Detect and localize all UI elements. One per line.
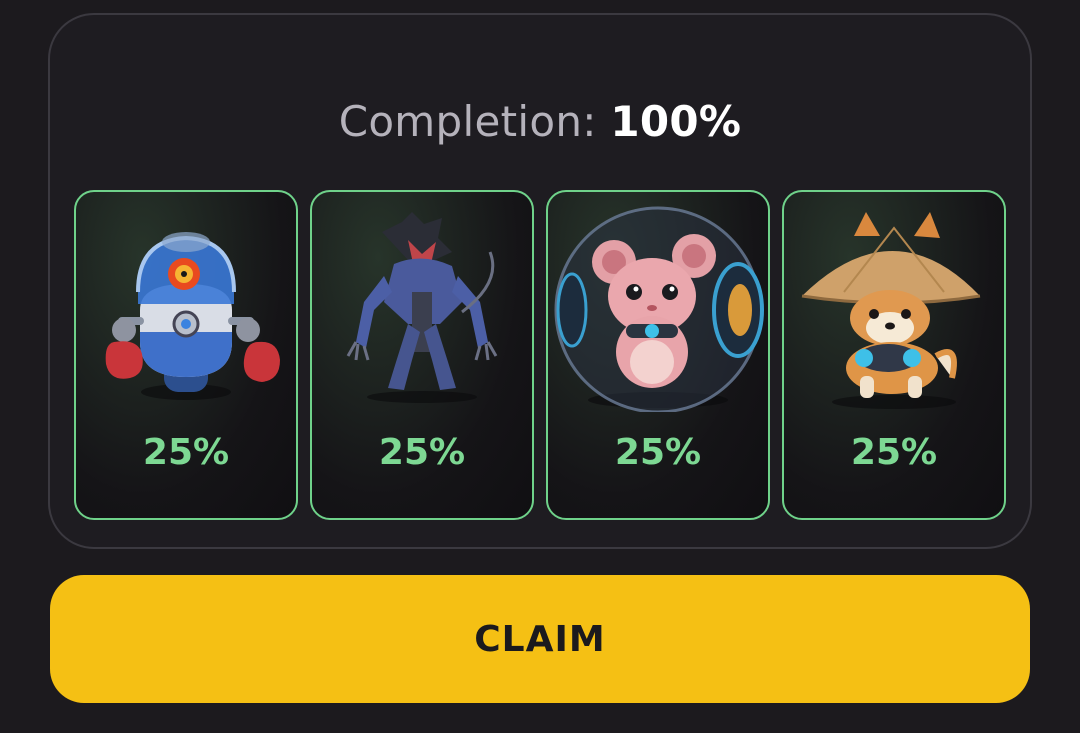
hamster-ball-icon [554, 206, 764, 412]
claim-button[interactable]: CLAIM [50, 575, 1030, 703]
card-cyber-rat[interactable]: 25% [310, 190, 534, 520]
card-percent: 25% [614, 432, 702, 473]
card-percent: 25% [142, 432, 230, 473]
card-percent: 25% [850, 432, 938, 473]
shiba-hat-icon [801, 212, 981, 409]
card-boxing-robot[interactable]: 25% [74, 190, 298, 520]
completion-heading: Completion: 100% [50, 97, 1030, 146]
boxing-robot-icon [105, 232, 280, 400]
completion-label: Completion: [338, 97, 597, 146]
card-hamster-in-ball[interactable]: 25% [546, 190, 770, 520]
cyber-rat-icon [346, 212, 498, 403]
completion-value: 100% [610, 97, 742, 146]
card-shiba-with-hat[interactable]: 25% [782, 190, 1006, 520]
card-percent: 25% [378, 432, 466, 473]
cards-row: 25% 25% 25% 25% [74, 190, 1006, 522]
